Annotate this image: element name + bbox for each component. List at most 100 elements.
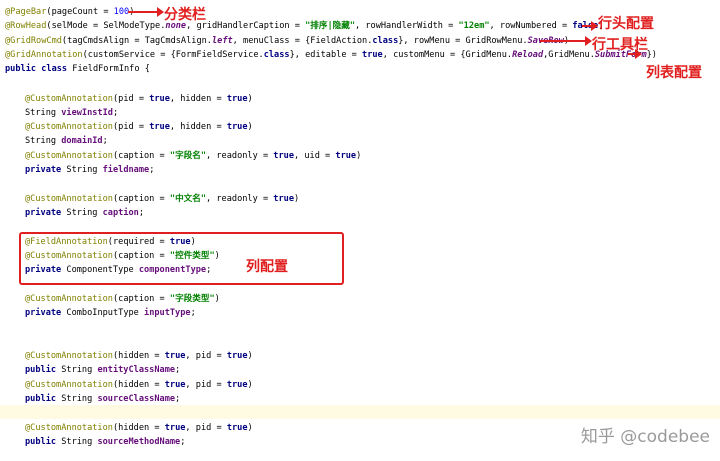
code-token: , hidden = xyxy=(169,122,227,132)
code-token: public class xyxy=(5,64,73,74)
callout-list-config: 列表配置 xyxy=(646,65,702,81)
code-token: (customService = {FormFieldService. xyxy=(82,50,264,60)
code-token: ; xyxy=(149,165,155,175)
code-token: (caption = xyxy=(112,151,170,161)
code-token: String xyxy=(25,108,62,118)
code-line[interactable]: public String sourceMethodName; xyxy=(25,435,185,449)
code-token: String xyxy=(61,394,98,404)
code-token: public xyxy=(25,394,62,404)
code-line[interactable]: @CustomAnnotation(caption = "中文名", reado… xyxy=(25,192,299,206)
code-line[interactable]: public String sourceClassName; xyxy=(25,392,180,406)
code-token: public xyxy=(25,437,62,447)
code-token: ,GridMenu. xyxy=(543,50,595,60)
code-token: public xyxy=(25,365,62,375)
code-token: sourceMethodName xyxy=(97,437,181,447)
code-token: (tagCmdsAlign = TagCmdsAlign. xyxy=(61,36,212,46)
code-token: private xyxy=(25,208,67,218)
code-token: 100 xyxy=(113,7,130,17)
code-token: "排序|隐藏" xyxy=(305,21,356,31)
code-line[interactable]: @CustomAnnotation(caption = "字段名", reado… xyxy=(25,149,361,163)
code-token: , readonly = xyxy=(206,194,274,204)
code-token: ) xyxy=(356,151,362,161)
code-token: @GridRowCmd xyxy=(5,36,62,46)
code-token: true xyxy=(164,380,186,390)
code-token: true xyxy=(362,50,383,60)
code-line[interactable]: @GridAnnotation(customService = {FormFie… xyxy=(5,48,657,62)
code-line[interactable]: private String caption; xyxy=(25,206,144,220)
code-token: left xyxy=(211,36,233,46)
code-token: , pid = xyxy=(185,423,227,433)
code-token: (caption = xyxy=(112,194,170,204)
code-token: (pageCount = xyxy=(46,7,114,17)
code-line[interactable]: String viewInstId; xyxy=(25,106,118,120)
code-token: (hidden = xyxy=(112,380,165,390)
code-line[interactable]: public class FieldFormInfo { xyxy=(5,62,150,76)
code-token: , uid = xyxy=(294,151,336,161)
code-token: @CustomAnnotation xyxy=(25,122,113,132)
code-token: @RowHead xyxy=(5,21,47,31)
code-token: , rowNumbered = xyxy=(489,21,573,31)
callout-row-head: 行头配置 xyxy=(598,16,654,32)
code-token: private xyxy=(25,165,67,175)
code-line[interactable]: @RowHead(selMode = SelModeType.none, gri… xyxy=(5,19,603,33)
code-token: domainId xyxy=(61,136,103,146)
code-token: true xyxy=(273,194,294,204)
code-token: "字段类型" xyxy=(169,294,215,304)
code-token: (hidden = xyxy=(112,423,165,433)
code-line[interactable]: @CustomAnnotation(hidden = true, pid = t… xyxy=(25,378,253,392)
code-line[interactable]: public String entityClassName; xyxy=(25,363,180,377)
code-token: (pid = xyxy=(112,94,150,104)
code-token: (selMode = SelModeType. xyxy=(46,21,166,31)
code-token: viewInstId xyxy=(61,108,113,118)
column-config-highlight-box xyxy=(19,232,344,285)
code-token: (pid = xyxy=(112,122,150,132)
code-token: true xyxy=(226,122,248,132)
code-line[interactable]: String domainId; xyxy=(25,134,108,148)
arrow-row-toolbar xyxy=(540,36,592,46)
code-token: @CustomAnnotation xyxy=(25,151,113,161)
code-token: }) xyxy=(646,50,657,60)
code-token: @PageBar xyxy=(5,7,47,17)
code-token: ) xyxy=(294,194,300,204)
code-token: ) xyxy=(247,122,253,132)
code-line[interactable]: @GridRowCmd(tagCmdsAlign = TagCmdsAlign.… xyxy=(5,34,569,48)
code-token: ; xyxy=(175,365,181,375)
code-token: @GridAnnotation xyxy=(5,50,83,60)
code-token: , hidden = xyxy=(169,94,227,104)
code-token: @CustomAnnotation xyxy=(25,194,113,204)
code-token: String xyxy=(61,365,98,375)
code-token: true xyxy=(226,351,248,361)
code-token: true xyxy=(273,151,294,161)
code-token: entityClassName xyxy=(97,365,176,375)
code-token: "中文名" xyxy=(169,194,207,204)
code-token: true xyxy=(164,423,186,433)
code-line[interactable]: @CustomAnnotation(pid = true, hidden = t… xyxy=(25,92,253,106)
code-token: @CustomAnnotation xyxy=(25,380,113,390)
code-editor[interactable]: @PageBar(pageCount = 100) @RowHead(selMo… xyxy=(0,0,720,461)
code-line[interactable]: private String fieldname; xyxy=(25,163,154,177)
code-token: String xyxy=(61,437,98,447)
code-line[interactable]: @CustomAnnotation(hidden = true, pid = t… xyxy=(25,349,253,363)
code-line[interactable]: @PageBar(pageCount = 100) xyxy=(5,5,134,19)
code-token: FieldFormInfo { xyxy=(72,64,150,74)
watermark: 知乎 @codebee xyxy=(580,427,710,447)
code-token: , menuClass = {FieldAction. xyxy=(232,36,373,46)
code-token: ; xyxy=(175,394,181,404)
code-token: String xyxy=(66,165,103,175)
code-token: true xyxy=(226,423,248,433)
code-line[interactable]: @CustomAnnotation(hidden = true, pid = t… xyxy=(25,421,253,435)
arrow-row-head xyxy=(582,21,598,31)
code-line[interactable]: @CustomAnnotation(pid = true, hidden = t… xyxy=(25,120,253,134)
code-token: true xyxy=(149,94,170,104)
code-token: true xyxy=(226,94,248,104)
code-line[interactable]: private ComboInputType inputType; xyxy=(25,306,196,320)
code-token: true xyxy=(164,351,186,361)
code-line[interactable]: @CustomAnnotation(caption = "字段类型") xyxy=(25,292,220,306)
current-line-highlight xyxy=(0,405,720,419)
code-token: true xyxy=(149,122,170,132)
code-token: ) xyxy=(247,380,253,390)
code-token: ) xyxy=(247,94,253,104)
code-token: class xyxy=(372,36,399,46)
code-token: fieldname xyxy=(102,165,150,175)
code-token: (hidden = xyxy=(112,351,165,361)
